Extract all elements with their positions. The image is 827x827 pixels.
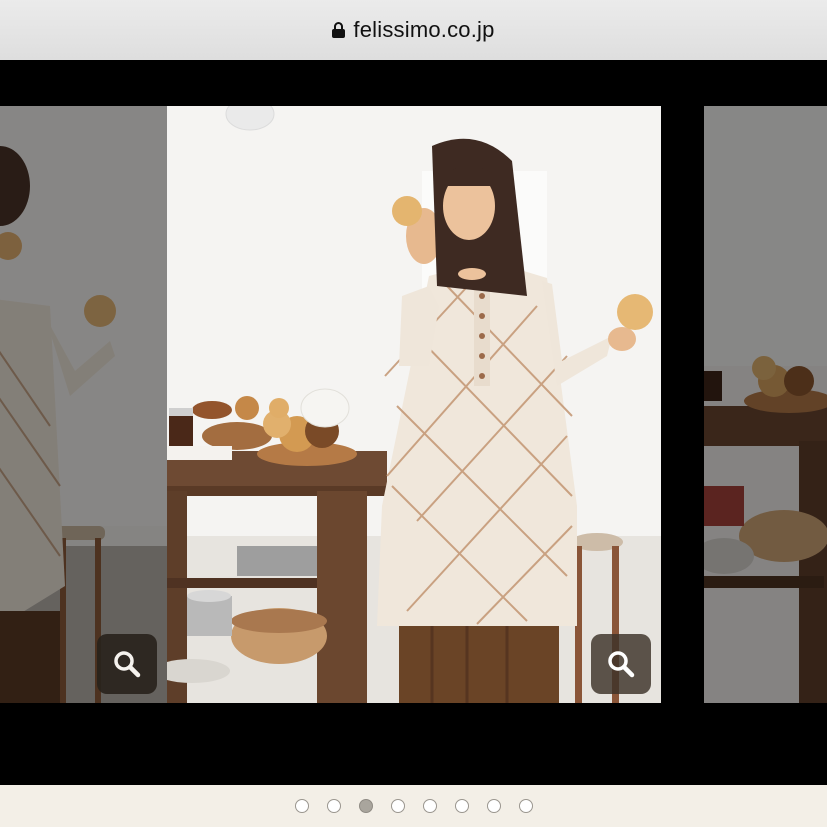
pagination-dot[interactable] [422,799,437,813]
magnifier-icon [608,651,635,678]
pagination-dot[interactable] [454,799,469,813]
pagination-dot[interactable] [326,799,341,813]
zoom-button-previous[interactable] [97,634,157,694]
url-container[interactable]: felissimo.co.jp [332,17,494,43]
magnifier-icon [114,651,141,678]
next-slide-image[interactable] [704,106,827,703]
pagination-dot[interactable] [390,799,405,813]
address-bar[interactable]: felissimo.co.jp [0,0,827,61]
carousel-pagination [0,785,827,827]
lock-icon [332,22,346,38]
pagination-dot[interactable] [294,799,309,813]
url-text[interactable]: felissimo.co.jp [353,17,494,43]
pagination-dot[interactable] [518,799,533,813]
image-carousel[interactable] [0,60,827,785]
pagination-dot[interactable] [486,799,501,813]
previous-slide-image[interactable] [0,106,167,703]
current-slide-image[interactable] [167,106,661,703]
pagination-dot-active[interactable] [358,799,373,813]
zoom-button[interactable] [591,634,651,694]
